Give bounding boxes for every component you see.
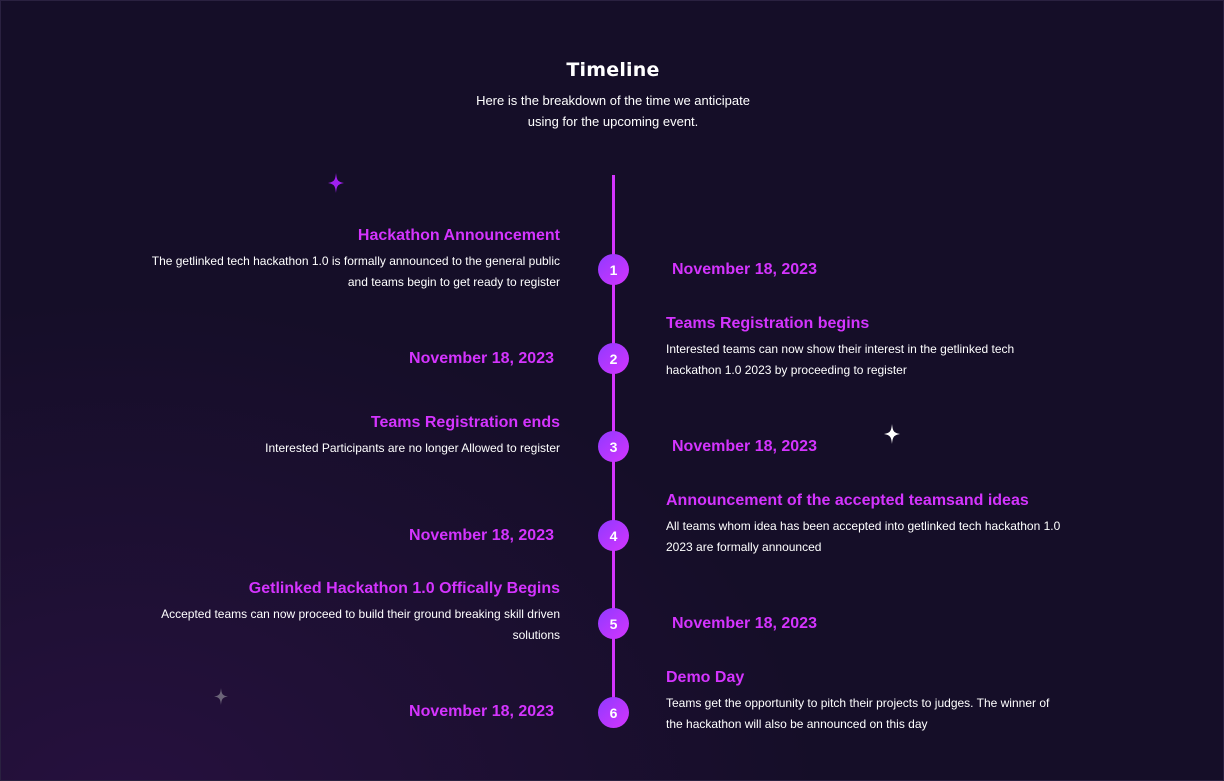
timeline-item-description: Interested Participants are no longer Al… xyxy=(265,441,560,455)
timeline-item-date: November 18, 2023 xyxy=(672,615,817,632)
timeline-step-number: 5 xyxy=(598,608,629,639)
timeline-item-title: Hackathon Announcement xyxy=(357,227,560,244)
sparkle-star-icon xyxy=(328,173,344,193)
timeline-item-title: Getlinked Hackathon 1.0 Offically Begins xyxy=(248,580,560,597)
timeline-item-description: Accepted teams can now proceed to build … xyxy=(161,607,560,642)
timeline-item-date: November 18, 2023 xyxy=(672,261,817,278)
timeline-section: Timeline Here is the breakdown of the ti… xyxy=(0,0,1224,781)
timeline-item-title: Teams Registration ends xyxy=(370,414,560,431)
timeline-item-date: November 18, 2023 xyxy=(409,527,554,544)
timeline-item-description: Interested teams can now show their inte… xyxy=(666,342,1015,377)
sparkle-star-icon xyxy=(214,688,228,705)
timeline-step-number: 3 xyxy=(598,431,629,462)
timeline-step-number: 4 xyxy=(598,520,629,551)
page-subtitle: Here is the breakdown of the time we ant… xyxy=(476,93,750,129)
timeline-item-description: The getlinked tech hackathon 1.0 is form… xyxy=(151,254,560,289)
timeline-step-number: 1 xyxy=(598,254,629,285)
timeline-item-title: Teams Registration begins xyxy=(666,315,870,332)
timeline-step-number: 2 xyxy=(598,343,629,374)
timeline-item-description: All teams whom idea has been accepted in… xyxy=(666,519,1061,554)
timeline-step-number: 6 xyxy=(598,697,629,728)
timeline-item-title: Demo Day xyxy=(666,669,745,686)
timeline-item-date: November 18, 2023 xyxy=(409,703,554,720)
timeline-item-title: Announcement of the accepted teamsand id… xyxy=(666,492,1029,509)
timeline-item-date: November 18, 2023 xyxy=(672,438,817,455)
sparkle-star-icon xyxy=(884,424,900,444)
page-title: Timeline xyxy=(566,59,660,81)
timeline-item-description: Teams get the opportunity to pitch their… xyxy=(666,696,1050,731)
timeline-item-date: November 18, 2023 xyxy=(409,350,554,367)
